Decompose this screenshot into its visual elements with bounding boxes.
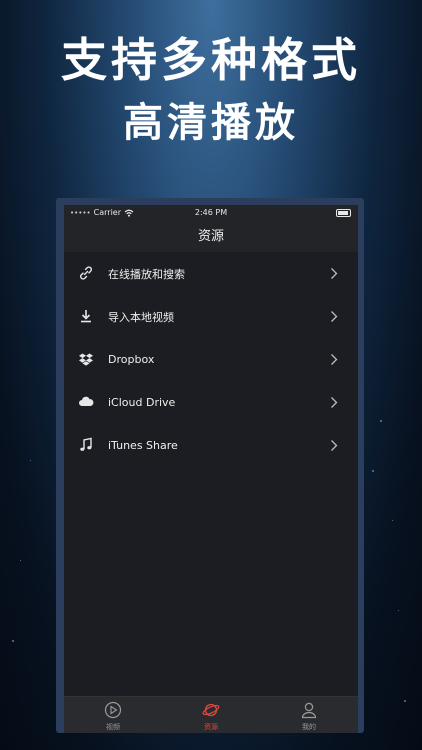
headline-formats: 支持多种格式 xyxy=(61,33,361,87)
nav-title: 资源 xyxy=(64,221,358,252)
chevron-right-icon xyxy=(331,354,338,365)
battery-icon xyxy=(336,209,351,217)
tab-resources[interactable]: 资源 xyxy=(162,697,260,733)
cloud-icon xyxy=(79,396,94,406)
star-dot xyxy=(404,700,406,702)
tab-label: 资源 xyxy=(204,723,218,731)
star-dot xyxy=(30,460,31,461)
tab-me[interactable]: 我的 xyxy=(260,697,358,733)
star-dot xyxy=(380,420,382,422)
list-item-label: Dropbox xyxy=(108,353,155,366)
chevron-right-icon xyxy=(331,268,338,279)
star-dot xyxy=(12,640,14,642)
list-item-import-local[interactable]: 导入本地视频 xyxy=(64,295,358,338)
headline-hd-playback: 高清播放 xyxy=(123,100,299,146)
chevron-right-icon xyxy=(331,397,338,408)
planet-icon xyxy=(202,703,220,717)
tab-label: 我的 xyxy=(302,723,316,731)
list-item-online-play[interactable]: 在线播放和搜索 xyxy=(64,252,358,295)
person-icon xyxy=(301,702,317,719)
list-item-label: 在线播放和搜索 xyxy=(108,267,185,281)
app-screen: ••••• Carrier 2:46 PM 资源 在线播放和搜索 导入本地视频 … xyxy=(64,205,358,733)
star-dot xyxy=(392,520,393,521)
play-circle-icon xyxy=(104,701,122,719)
status-time: 2:46 PM xyxy=(194,208,228,217)
link-icon xyxy=(80,266,92,280)
music-note-icon xyxy=(80,437,92,451)
list-item-label: iCloud Drive xyxy=(108,396,176,409)
download-icon xyxy=(81,310,91,323)
status-bar: ••••• Carrier 2:46 PM xyxy=(64,205,358,221)
list-item-label: iTunes Share xyxy=(108,439,178,452)
list-item-itunes-share[interactable]: iTunes Share xyxy=(64,424,358,467)
list-item-icloud-drive[interactable]: iCloud Drive xyxy=(64,381,358,424)
resource-list: 在线播放和搜索 导入本地视频 Dropbox iCloud Drive iTun… xyxy=(64,252,358,467)
chevron-right-icon xyxy=(331,311,338,322)
tab-bar: 视频 资源 我的 xyxy=(64,696,358,733)
star-dot xyxy=(372,470,374,472)
star-dot xyxy=(398,610,399,611)
dropbox-icon xyxy=(79,353,93,366)
chevron-right-icon xyxy=(331,440,338,451)
tab-videos[interactable]: 视频 xyxy=(64,697,162,733)
list-item-label: 导入本地视频 xyxy=(108,310,174,324)
star-dot xyxy=(20,560,21,561)
tab-label: 视频 xyxy=(106,723,120,731)
list-item-dropbox[interactable]: Dropbox xyxy=(64,338,358,381)
